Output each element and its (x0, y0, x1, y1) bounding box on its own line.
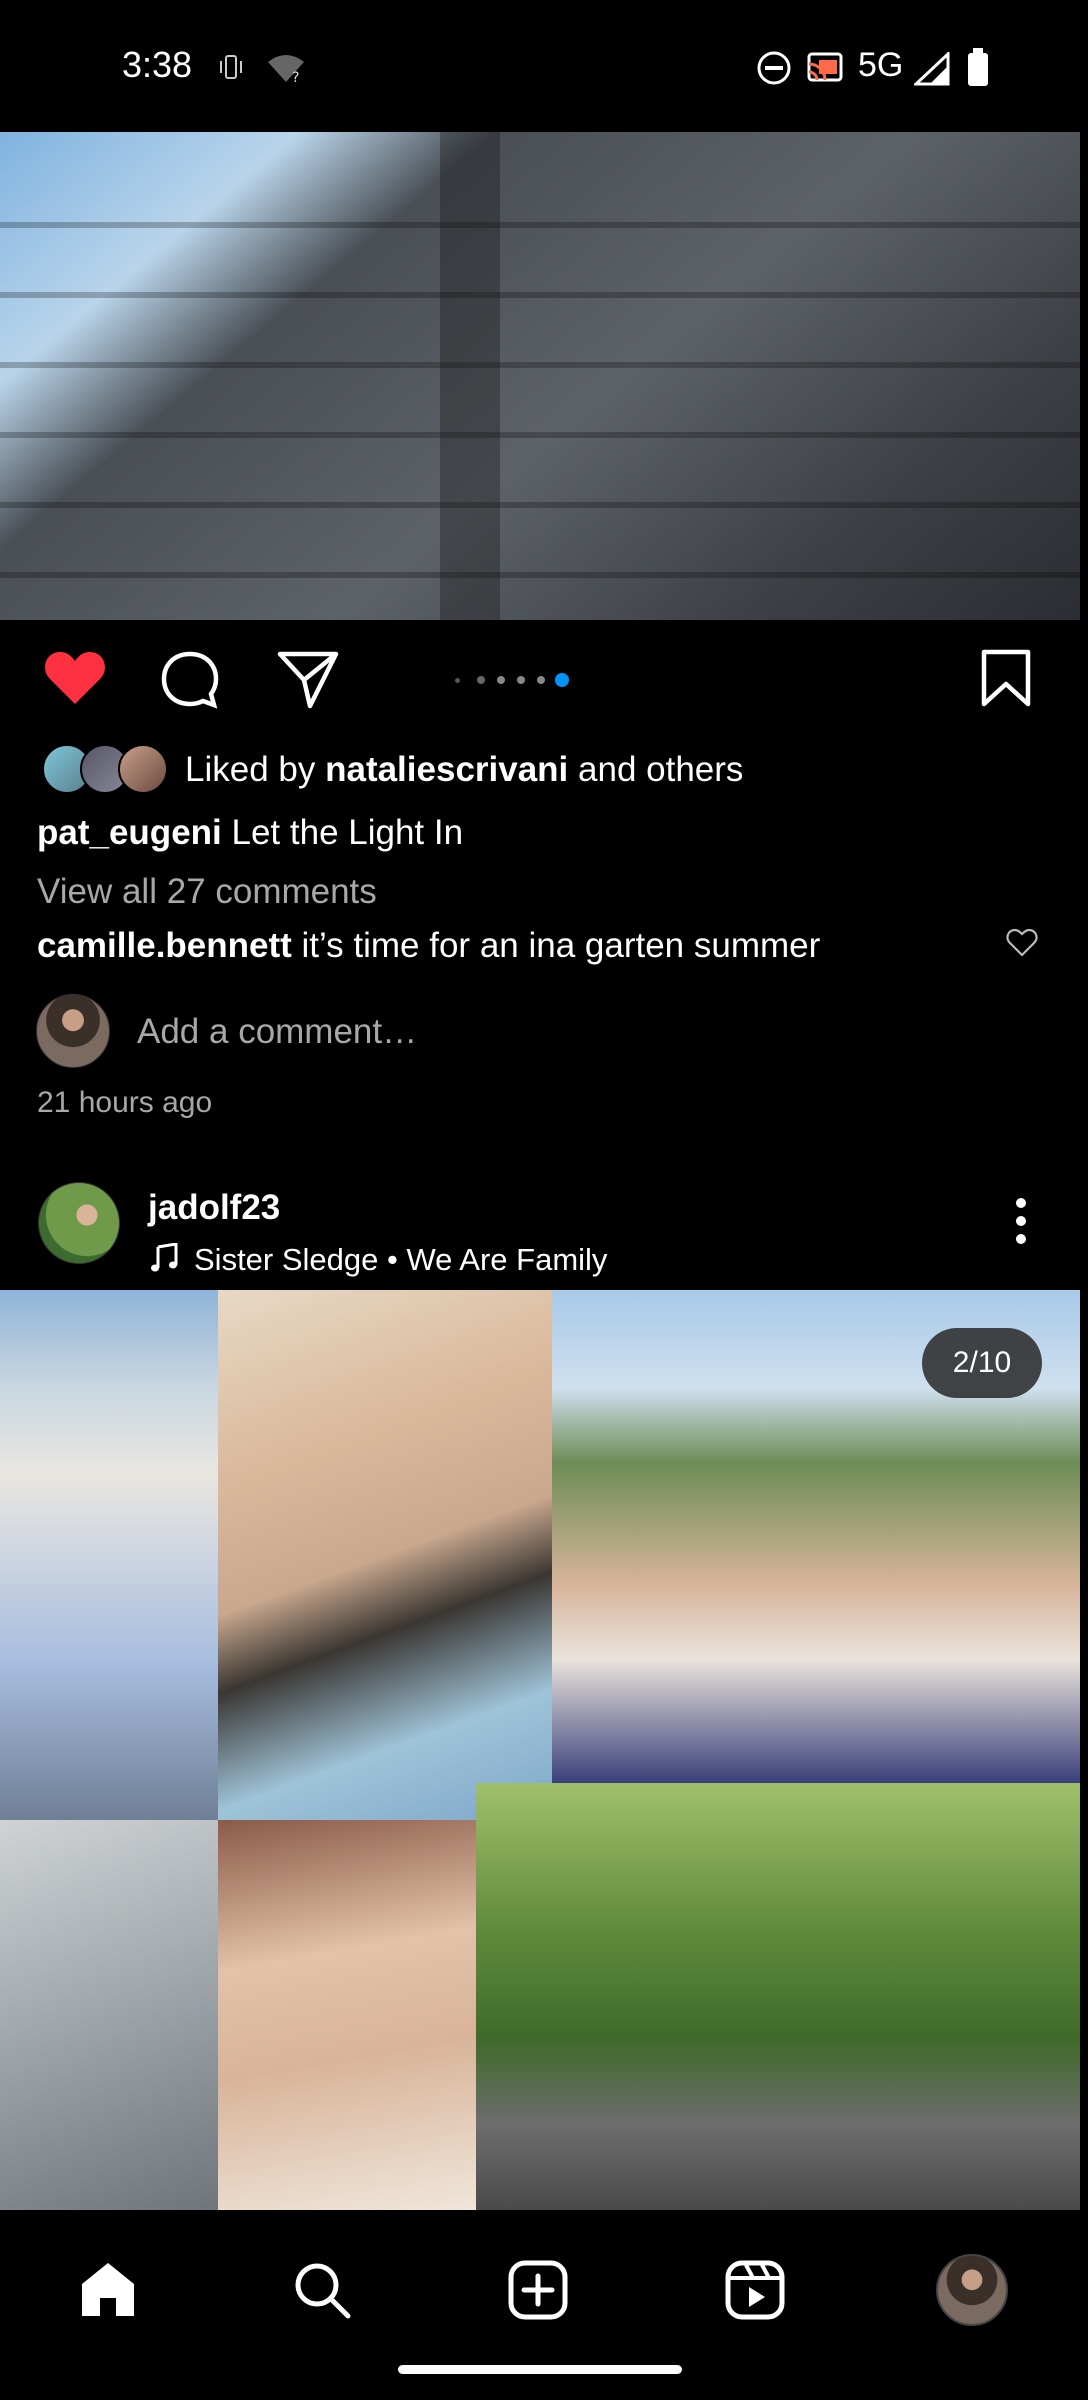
carousel-dot-active (555, 673, 569, 687)
post-image[interactable] (0, 132, 1080, 620)
collage-photo (218, 1290, 552, 1820)
do-not-disturb-icon (757, 51, 791, 85)
music-note-icon (151, 1243, 178, 1272)
comment-like-icon[interactable] (1006, 928, 1038, 958)
home-icon[interactable] (78, 2260, 138, 2318)
carousel-dot (477, 676, 485, 684)
post-author[interactable]: jadolf23 (148, 1188, 280, 1228)
collage-photo (218, 1820, 476, 2210)
carousel-counter-badge: 2/10 (922, 1328, 1042, 1398)
comment-preview: camille.bennett it’s time for an ina gar… (37, 926, 820, 966)
view-all-comments-link[interactable]: View all 27 comments (37, 872, 377, 912)
carousel-dot (517, 676, 525, 684)
add-comment-input[interactable]: Add a comment… (137, 1012, 417, 1052)
vibrate-icon (220, 55, 242, 79)
search-icon[interactable] (292, 2260, 352, 2320)
network-type: 5G (858, 46, 904, 84)
battery-icon (968, 48, 988, 86)
caption: pat_eugeni Let the Light In (37, 813, 463, 853)
gesture-home-bar[interactable] (398, 2365, 682, 2374)
collage-photo (0, 1290, 218, 1820)
post-timestamp: 21 hours ago (37, 1086, 213, 1119)
carousel-dot (537, 676, 545, 684)
liked-by-text[interactable]: Liked by nataliescrivani and others (185, 750, 743, 790)
profile-avatar[interactable] (936, 2254, 1008, 2326)
comment-text: it’s time for an ina garten summer (301, 926, 821, 965)
liked-by-suffix: and others (568, 750, 744, 789)
caption-text: Let the Light In (231, 813, 464, 852)
post-audio[interactable]: Sister Sledge • We Are Family (194, 1242, 607, 1278)
share-icon[interactable] (276, 648, 340, 710)
post-image-collage[interactable] (0, 1290, 1080, 2210)
status-bar: 3:38 ? 5G (0, 0, 1088, 132)
collage-photo (476, 1783, 1080, 2210)
carousel-dot (497, 676, 505, 684)
cast-icon (807, 52, 843, 82)
liker-avatar (118, 744, 168, 794)
wifi-question-icon: ? (268, 55, 304, 84)
carousel-dots (455, 673, 595, 687)
like-heart-icon[interactable] (42, 648, 108, 708)
liked-by-user[interactable]: nataliescrivani (325, 750, 568, 789)
collage-photo (0, 1820, 218, 2210)
author-avatar[interactable] (38, 1182, 120, 1264)
comment-user[interactable]: camille.bennett (37, 926, 292, 965)
caption-author[interactable]: pat_eugeni (37, 813, 222, 852)
signal-icon (914, 52, 950, 86)
reels-icon[interactable] (725, 2260, 785, 2320)
liked-by-prefix: Liked by (185, 750, 326, 789)
status-time: 3:38 (122, 44, 193, 85)
create-icon[interactable] (508, 2260, 568, 2320)
svg-text:?: ? (292, 70, 299, 84)
more-options-icon[interactable] (1008, 1196, 1034, 1246)
comment-icon[interactable] (158, 648, 222, 712)
carousel-dot (455, 678, 460, 683)
bookmark-icon[interactable] (980, 648, 1032, 708)
my-avatar (36, 994, 110, 1068)
